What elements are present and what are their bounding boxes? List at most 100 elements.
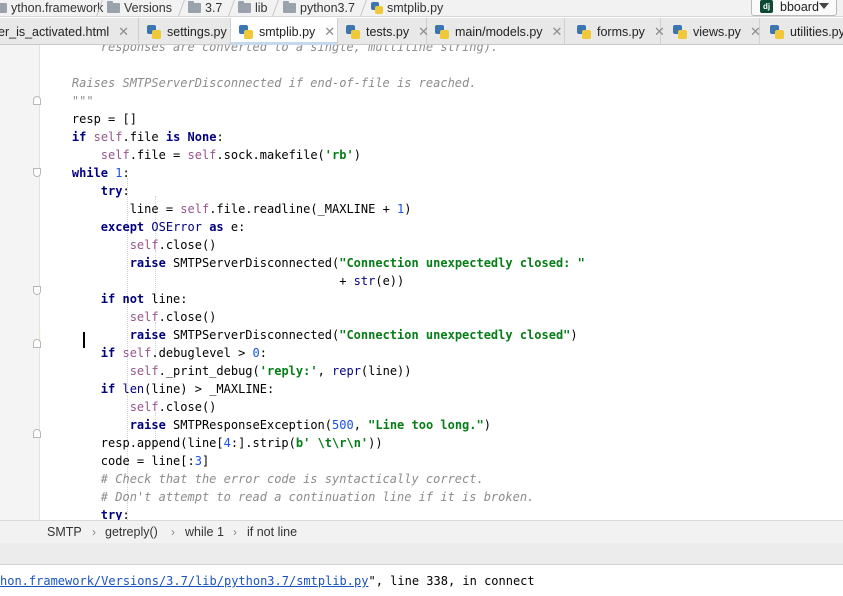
code-line: raise SMTPResponseException(500, "Line t… <box>43 416 491 434</box>
fold-marker-icon[interactable] <box>33 168 41 177</box>
python-file-icon <box>577 24 591 39</box>
code-line: code = line[:3] <box>43 452 209 470</box>
code-token: "Connection unexpectedly closed: " <box>339 256 585 270</box>
tab-main-models-py[interactable]: main/models.py ✕ <box>427 18 565 45</box>
code-token: if <box>71 130 87 144</box>
code-line: while 1: <box>43 164 130 182</box>
code-line: if self.debuglevel > 0: <box>43 344 267 362</box>
code-token: self <box>180 202 210 216</box>
fold-marker-icon[interactable] <box>33 286 41 295</box>
python-file-icon <box>239 25 253 39</box>
code-token: Raises SMTPServerDisconnected if end-of-… <box>43 76 477 90</box>
code-line: try: <box>43 182 130 200</box>
code-token: raise <box>129 418 166 432</box>
code-token: 'rb' <box>324 148 354 162</box>
code-line: line = self.file.readline(_MAXLINE + 1) <box>43 200 412 218</box>
run-configuration-dropdown[interactable]: dj bboard <box>751 0 837 16</box>
tab-utilities-py[interactable]: utilities.py <box>760 18 843 45</box>
close-icon[interactable]: ✕ <box>552 24 563 40</box>
code-token: as <box>209 220 224 234</box>
code-line: try: <box>43 506 130 520</box>
breadcrumb-separator <box>360 0 367 16</box>
structure-breadcrumb: SMTP › getreply() › while 1 › if not lin… <box>0 520 843 543</box>
tab-forms-py[interactable]: forms.py ✕ <box>565 18 665 45</box>
folder-icon <box>188 1 201 13</box>
chevron-right-icon: › <box>171 525 175 539</box>
chevron-down-icon <box>819 3 829 9</box>
tab-user-is-activated-html[interactable]: er_is_activated.html ✕ <box>0 18 139 45</box>
code-line: raise SMTPServerDisconnected("Connection… <box>43 254 585 272</box>
breadcrumb-item[interactable]: python3.7 <box>283 0 355 16</box>
code-line: responses are converted to a single, mul… <box>43 45 498 56</box>
tab-settings-py[interactable]: settings.py✕ <box>139 18 247 45</box>
code-token: 500 <box>332 418 354 432</box>
code-line: if not line: <box>43 290 188 308</box>
code-token: )) <box>368 436 383 450</box>
breadcrumb-item[interactable]: Versions <box>107 0 172 16</box>
code-token: .close() <box>158 310 217 324</box>
code-token: .file.readline(_MAXLINE + <box>209 202 398 216</box>
code-token: "Line too long." <box>368 418 484 432</box>
code-line: raise SMTPServerDisconnected("Connection… <box>43 326 578 344</box>
code-token: e: <box>223 220 246 234</box>
code-line: self._print_debug('reply:', repr(line)) <box>43 362 412 380</box>
code-token: :].strip( <box>230 436 296 450</box>
run-console[interactable]: hon.framework/Versions/3.7/lib/python3.7… <box>0 566 843 596</box>
code-token: try <box>100 508 123 520</box>
breadcrumb-item[interactable]: 3.7 <box>188 0 222 16</box>
chevron-right-icon: › <box>233 525 237 539</box>
breadcrumb-item[interactable]: lib <box>238 0 268 16</box>
structure-item-function[interactable]: getreply() <box>105 521 158 543</box>
code-editor[interactable]: responses are converted to a single, mul… <box>41 45 843 520</box>
close-icon[interactable]: ✕ <box>118 24 129 40</box>
code-line: self.close() <box>43 236 217 254</box>
folder-icon <box>107 1 120 13</box>
code-token: : <box>122 166 130 180</box>
code-line: if len(line) > _MAXLINE: <box>43 380 274 398</box>
code-token: .file <box>122 130 166 144</box>
code-token: line: <box>144 292 188 306</box>
folder-icon <box>283 1 296 13</box>
chevron-right-icon: › <box>92 525 96 539</box>
folder-icon <box>238 1 251 13</box>
traceback-line-text: ", line 338, in connect <box>368 574 535 588</box>
code-token: : <box>122 184 130 198</box>
code-token: resp = [] <box>43 112 137 126</box>
code-token: "Connection unexpectedly closed" <box>339 328 571 342</box>
code-token: # Don't attempt to read a continuation l… <box>43 490 535 504</box>
close-icon[interactable]: ✕ <box>324 24 335 40</box>
code-token: except <box>100 220 145 234</box>
python-file-icon <box>371 2 383 14</box>
code-token: responses are converted to a single, mul… <box>43 45 499 54</box>
code-line: self.close() <box>43 308 217 326</box>
code-token: (line) > _MAXLINE: <box>144 382 275 396</box>
code-token: resp.append(line[ <box>43 436 224 450</box>
tab-tests-py[interactable]: tests.py ✕ <box>338 18 429 45</box>
fold-marker-icon[interactable] <box>33 339 41 348</box>
code-token: self <box>129 310 159 324</box>
traceback-file-link[interactable]: hon.framework/Versions/3.7/lib/python3.7… <box>0 574 368 588</box>
breadcrumb-item[interactable]: smtplib.py <box>371 0 443 16</box>
code-token: ._print_debug( <box>158 364 260 378</box>
fold-marker-icon[interactable] <box>33 96 41 105</box>
panel-divider <box>0 543 843 565</box>
code-line: resp.append(line[4:].strip(b' \t\r\n')) <box>43 434 383 452</box>
breadcrumb-item[interactable]: ython.framework <box>0 0 103 16</box>
code-token: (e)) <box>375 274 405 288</box>
code-line: except OSError as e: <box>43 218 246 236</box>
structure-item-while[interactable]: while 1 <box>185 521 224 543</box>
tab-views-py[interactable]: views.py ✕ <box>661 18 761 45</box>
tab-smtplib-py[interactable]: smtplib.py ✕ <box>231 18 338 46</box>
python-file-icon <box>770 24 784 39</box>
structure-item-if[interactable]: if not line <box>247 521 297 543</box>
code-token: : <box>122 508 130 520</box>
code-token: b' \t\r\n' <box>295 436 369 450</box>
structure-item-class[interactable]: SMTP <box>47 521 82 543</box>
code-token: .file = <box>129 148 188 162</box>
code-line: self.file = self.sock.makefile('rb') <box>43 146 361 164</box>
fold-marker-icon[interactable] <box>33 429 41 438</box>
